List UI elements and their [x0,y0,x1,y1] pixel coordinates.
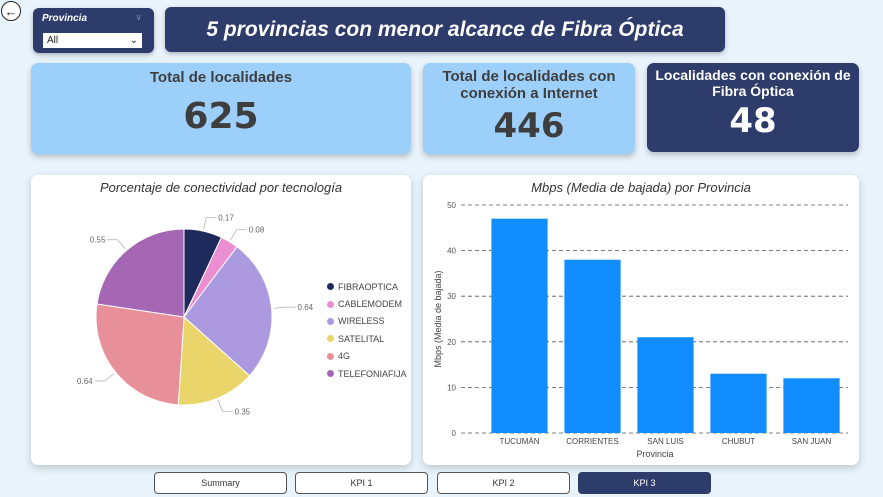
kpi-label: Total de localidades con conexión a Inte… [442,68,616,103]
bar-corrientes[interactable] [564,259,621,433]
pie-leader-line [217,400,233,412]
legend-label: FIBRAOPTICA [338,281,399,292]
y-axis-label: Mbps (Media de bajada) [433,270,443,367]
legend-item[interactable]: 4G [327,348,407,365]
page-title-text: 5 provincias con menor alcance de Fibra … [206,17,684,41]
pie-data-label: 0.35 [235,407,251,416]
bar-chart: 0 10 20 30 40 50 TUCUMÁN CORRIENTES SAN LUIS CHUB… [433,201,848,459]
pie-slice-4g[interactable] [95,303,185,406]
y-tick-label: 10 [447,383,456,392]
kpi-card-total-localidades: Total de localidades 625 [31,63,411,154]
tab-kpi-3[interactable]: KPI 3 [578,472,711,494]
tab-label: KPI 2 [492,478,515,488]
kpi-label: Total de localidades [149,69,293,86]
legend-marker [327,370,334,378]
legend-label: 4G [338,351,351,362]
y-tick-label: 30 [447,292,456,301]
pie-slice-telefoniafija[interactable] [96,228,185,318]
kpi-value: 446 [493,105,565,146]
legend-item[interactable]: SATELITAL [327,330,407,347]
x-tick-label: TUCUMÁN [500,437,540,446]
y-tick-label: 20 [447,338,456,347]
legend-item[interactable]: WIRELESS [327,313,407,330]
legend-marker [327,283,334,291]
dropdown-value: All [47,35,59,46]
legend-marker [327,335,334,343]
bar-chubut[interactable] [710,373,767,433]
legend-item[interactable]: FIBRAOPTICA [327,278,407,295]
legend-label: SATELITAL [338,333,385,344]
pie-leader-line [107,239,126,250]
chevron-down-icon: ⌄ [129,35,138,46]
pie-leader-line [94,373,115,382]
x-tick-label: CORRIENTES [566,437,618,446]
pie-leader-line [203,217,217,230]
bar-san-juan[interactable] [783,378,840,433]
x-axis-label: Provincia [636,449,673,459]
tab-label: Summary [201,478,240,488]
page-title: 5 provincias con menor alcance de Fibra … [165,7,725,52]
legend-label: TELEFONIAFIJA [338,368,407,379]
legend-marker [327,300,334,308]
eraser-icon[interactable]: ∨ [135,12,142,23]
x-tick-label: SAN JUAN [792,437,832,446]
legend-label: WIRELESS [338,316,385,327]
kpi-value: 48 [729,101,777,142]
province-slicer: Provincia ∨ All ⌄ [33,8,154,53]
legend-item[interactable]: CABLEMODEM [327,295,407,312]
pie-legend: FIBRAOPTICA CABLEMODEM WIRELESS SATELITAL 4G… [327,278,407,382]
back-button[interactable]: ← [1,1,21,21]
pie-data-label: 0.17 [218,213,234,222]
legend-marker [327,317,334,325]
province-dropdown[interactable]: All ⌄ [42,32,143,49]
y-tick-label: 50 [447,201,456,210]
pie-leader-line [273,306,296,309]
pie-data-label: 0.55 [90,236,106,245]
y-tick-label: 40 [447,247,456,256]
pie-data-label: 0.64 [298,303,314,312]
arrow-left-icon: ← [4,3,18,19]
kpi-value: 625 [183,96,259,138]
pie-leader-line [230,229,247,241]
slicer-title: Provincia [42,13,88,24]
pie-data-label: 0.08 [249,226,265,235]
tab-label: KPI 3 [633,478,656,488]
pie-data-label: 0.64 [77,377,93,386]
tab-summary[interactable]: Summary [154,472,287,494]
x-tick-label: CHUBUT [722,437,755,446]
bar-tucumán[interactable] [491,218,548,433]
kpi-card-fibra: Localidades con conexión de Fibra Óptica… [647,63,859,152]
kpi-card-internet: Total de localidades con conexión a Inte… [423,63,635,154]
bar-san-luis[interactable] [637,337,694,433]
y-tick-label: 0 [452,429,457,438]
tab-label: KPI 1 [350,478,373,488]
tab-kpi-1[interactable]: KPI 1 [295,472,428,494]
legend-item[interactable]: TELEFONIAFIJA [327,365,407,382]
tab-kpi-2[interactable]: KPI 2 [437,472,570,494]
kpi-label: Localidades con conexión de Fibra Óptica [655,67,851,100]
x-tick-label: SAN LUIS [647,437,683,446]
legend-marker [327,352,334,360]
legend-label: CABLEMODEM [338,299,403,310]
